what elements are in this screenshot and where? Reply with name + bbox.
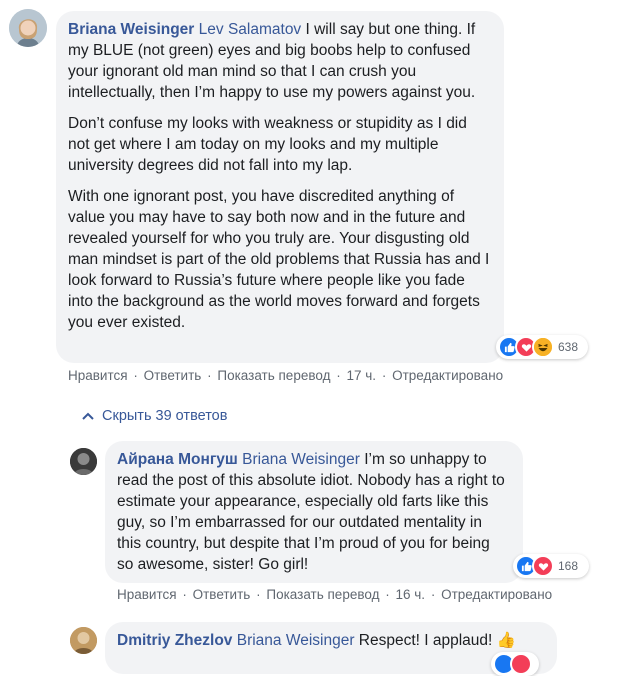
avatar[interactable] — [70, 627, 97, 654]
avatar-photo — [70, 448, 97, 475]
separator: · — [182, 587, 187, 602]
translate-link[interactable]: Показать перевод — [266, 587, 379, 602]
comment-author[interactable]: Dmitriy Zhezlov — [117, 632, 232, 649]
timestamp[interactable]: 17 ч. — [346, 368, 376, 383]
hide-replies-label: Скрыть 39 ответов — [102, 408, 228, 424]
avatar[interactable] — [70, 448, 97, 475]
separator: · — [336, 368, 341, 383]
hide-replies-button[interactable]: Скрыть 39 ответов — [82, 408, 227, 424]
edited-label: Отредактировано — [441, 587, 553, 602]
like-link[interactable]: Нравится — [68, 368, 128, 383]
reply-link[interactable]: Ответить — [193, 587, 251, 602]
haha-icon — [532, 336, 554, 358]
separator: · — [207, 368, 212, 383]
avatar[interactable] — [9, 9, 47, 47]
comment-actions: Нравится · Ответить · Показать перевод ·… — [68, 368, 503, 383]
thumbs-up-emoji: 👍 — [496, 632, 516, 649]
comment-bubble: Айрана Монгуш Briana Weisinger I’m so un… — [105, 441, 523, 583]
reply-link[interactable]: Ответить — [144, 368, 202, 383]
reactions-summary[interactable]: 168 — [513, 554, 589, 578]
comment-bubble: Dmitriy Zhezlov Briana Weisinger Respect… — [105, 622, 557, 674]
comment-text: I’m so unhappy to read the post of this … — [117, 451, 505, 573]
separator: · — [256, 587, 261, 602]
comment-text: With one ignorant post, you have discred… — [68, 188, 490, 331]
like-link[interactable]: Нравится — [117, 587, 177, 602]
reactions-summary[interactable]: 638 — [496, 335, 588, 359]
chevron-up-icon — [82, 412, 94, 420]
comment-text: Respect! I applaud! — [354, 632, 493, 649]
comment-mention[interactable]: Briana Weisinger — [237, 632, 355, 649]
reaction-count: 168 — [558, 559, 579, 573]
edited-label: Отредактировано — [392, 368, 504, 383]
comment-mention[interactable]: Briana Weisinger — [242, 451, 360, 468]
reactions-summary[interactable] — [491, 652, 539, 676]
comment-actions: Нравится · Ответить · Показать перевод ·… — [117, 587, 552, 602]
timestamp[interactable]: 16 ч. — [395, 587, 425, 602]
love-icon — [532, 555, 554, 577]
reaction-count: 638 — [558, 340, 579, 354]
separator: · — [133, 368, 138, 383]
avatar-photo — [9, 9, 47, 47]
avatar-photo — [70, 627, 97, 654]
comment-mention[interactable]: Lev Salamatov — [199, 21, 302, 38]
comment-author[interactable]: Briana Weisinger — [68, 21, 194, 38]
translate-link[interactable]: Показать перевод — [217, 368, 330, 383]
separator: · — [381, 368, 387, 383]
love-icon — [510, 653, 532, 675]
comment-bubble: Briana Weisinger Lev Salamatov I will sa… — [56, 11, 504, 363]
separator: · — [430, 587, 436, 602]
comment-text: Don’t confuse my looks with weakness or … — [68, 115, 467, 174]
separator: · — [385, 587, 390, 602]
comment-author[interactable]: Айрана Монгуш — [117, 451, 238, 468]
